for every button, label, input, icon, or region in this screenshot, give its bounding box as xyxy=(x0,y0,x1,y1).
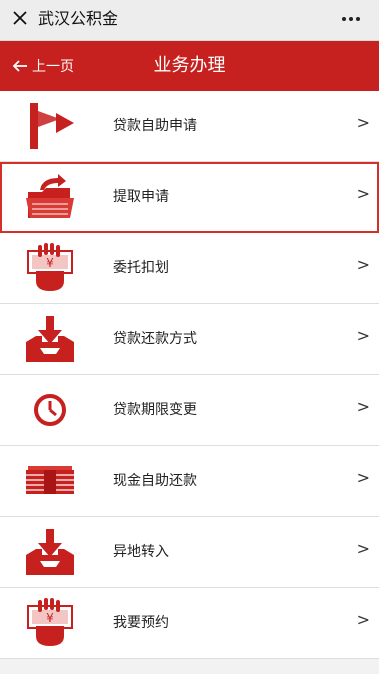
menu-item-cash-repayment[interactable]: 现金自助还款 > xyxy=(0,446,379,517)
folder-icon xyxy=(18,169,82,225)
menu-item-label: 贷款自助申请 xyxy=(113,118,197,134)
close-icon[interactable] xyxy=(10,8,30,28)
menu-item-label: 异地转入 xyxy=(113,544,169,560)
menu-item-make-appointment[interactable]: ¥ 我要预约 > xyxy=(0,588,379,659)
menu-item-label: 贷款期限变更 xyxy=(113,402,197,418)
chevron-right-icon: > xyxy=(356,184,370,203)
page-header: 上一页 业务办理 xyxy=(0,41,379,91)
top-bar: 武汉公积金 xyxy=(0,0,379,41)
menu-item-label: 现金自助还款 xyxy=(113,473,197,489)
menu-item-label: 贷款还款方式 xyxy=(113,331,197,347)
chevron-right-icon: > xyxy=(356,468,370,487)
more-options-icon[interactable] xyxy=(341,10,361,30)
menu-item-label: 委托扣划 xyxy=(113,260,169,276)
menu-item-entrusted-deduction[interactable]: ¥ 委托扣划 > xyxy=(0,233,379,304)
chevron-right-icon: > xyxy=(356,255,370,274)
chevron-right-icon: > xyxy=(356,610,370,629)
menu-item-label: 提取申请 xyxy=(113,189,169,205)
chevron-right-icon: > xyxy=(356,397,370,416)
inbox-download-icon xyxy=(18,524,82,580)
menu-item-loan-application[interactable]: 贷款自助申请 > xyxy=(0,91,379,162)
flag-icon xyxy=(18,98,82,154)
inbox-download-icon xyxy=(18,311,82,367)
hand-money-icon: ¥ xyxy=(18,595,82,651)
svg-text:¥: ¥ xyxy=(46,611,54,625)
menu-item-label: 我要预约 xyxy=(113,615,169,631)
window-title: 武汉公积金 xyxy=(38,9,119,28)
service-menu: 贷款自助申请 > 提取申请 > ¥ 委托扣划 > 贷款还款方式 > 贷款期限变更… xyxy=(0,91,379,659)
chevron-right-icon: > xyxy=(356,539,370,558)
clock-icon xyxy=(18,382,82,438)
menu-item-loan-term-change[interactable]: 贷款期限变更 > xyxy=(0,375,379,446)
menu-item-repayment-method[interactable]: 贷款还款方式 > xyxy=(0,304,379,375)
hand-money-icon: ¥ xyxy=(18,240,82,296)
cash-stack-icon xyxy=(18,453,82,509)
page-title: 业务办理 xyxy=(153,55,226,76)
chevron-right-icon: > xyxy=(356,113,370,132)
chevron-right-icon: > xyxy=(356,326,370,345)
menu-item-remote-transfer-in[interactable]: 异地转入 > xyxy=(0,517,379,588)
menu-item-withdrawal-application[interactable]: 提取申请 > xyxy=(0,162,379,233)
